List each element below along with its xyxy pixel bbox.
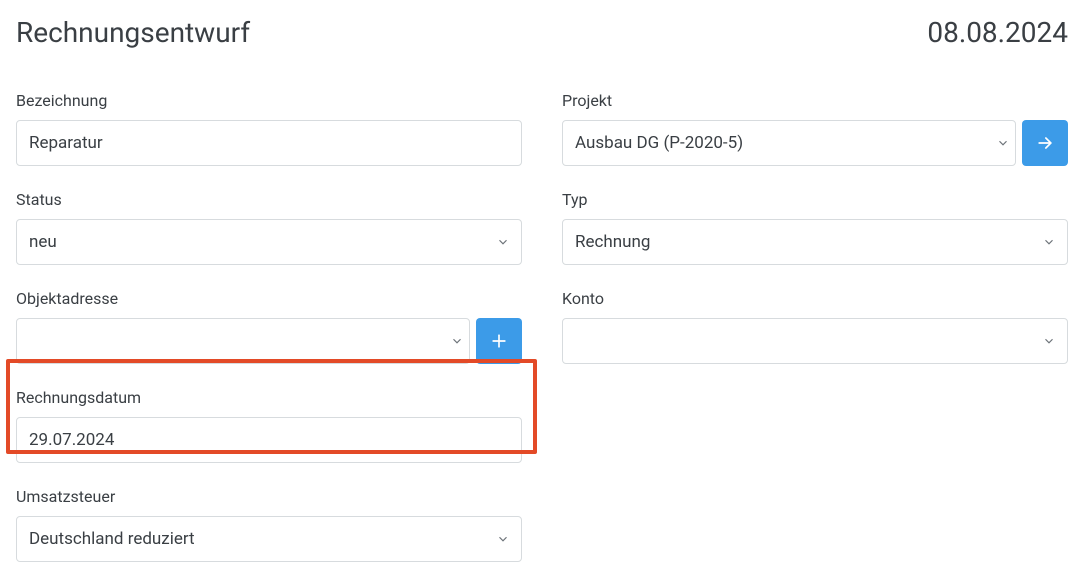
label-projekt: Projekt <box>562 91 1068 110</box>
form-grid: Bezeichnung Reparatur Projekt Ausbau DG … <box>16 91 1068 562</box>
label-status: Status <box>16 190 522 209</box>
label-konto: Konto <box>562 289 1068 308</box>
select-objektadresse[interactable] <box>16 318 470 364</box>
input-rechnungsdatum[interactable]: 29.07.2024 <box>16 417 522 463</box>
field-bezeichnung: Bezeichnung Reparatur <box>16 91 522 166</box>
select-typ[interactable]: Rechnung <box>562 219 1068 265</box>
label-typ: Typ <box>562 190 1068 209</box>
input-bezeichnung[interactable]: Reparatur <box>16 120 522 166</box>
select-konto[interactable] <box>562 318 1068 364</box>
field-status: Status neu <box>16 190 522 265</box>
label-objektadresse: Objektadresse <box>16 289 522 308</box>
header-date: 08.08.2024 <box>927 16 1068 49</box>
arrow-right-icon <box>1035 133 1055 153</box>
field-umsatzsteuer: Umsatzsteuer Deutschland reduziert <box>16 487 522 562</box>
field-rechnungsdatum: Rechnungsdatum 29.07.2024 <box>16 388 522 463</box>
add-objektadresse-button[interactable] <box>476 318 522 364</box>
empty-cell <box>562 388 1068 463</box>
page-title: Rechnungsentwurf <box>16 16 250 49</box>
label-umsatzsteuer: Umsatzsteuer <box>16 487 522 506</box>
select-projekt[interactable]: Ausbau DG (P-2020-5) <box>562 120 1016 166</box>
field-objektadresse: Objektadresse <box>16 289 522 364</box>
field-konto: Konto <box>562 289 1068 364</box>
label-rechnungsdatum: Rechnungsdatum <box>16 388 522 407</box>
field-projekt: Projekt Ausbau DG (P-2020-5) <box>562 91 1068 166</box>
field-typ: Typ Rechnung <box>562 190 1068 265</box>
label-bezeichnung: Bezeichnung <box>16 91 522 110</box>
select-umsatzsteuer[interactable]: Deutschland reduziert <box>16 516 522 562</box>
page-header: Rechnungsentwurf 08.08.2024 <box>16 16 1068 49</box>
plus-icon <box>489 331 509 351</box>
projekt-go-button[interactable] <box>1022 120 1068 166</box>
select-status[interactable]: neu <box>16 219 522 265</box>
